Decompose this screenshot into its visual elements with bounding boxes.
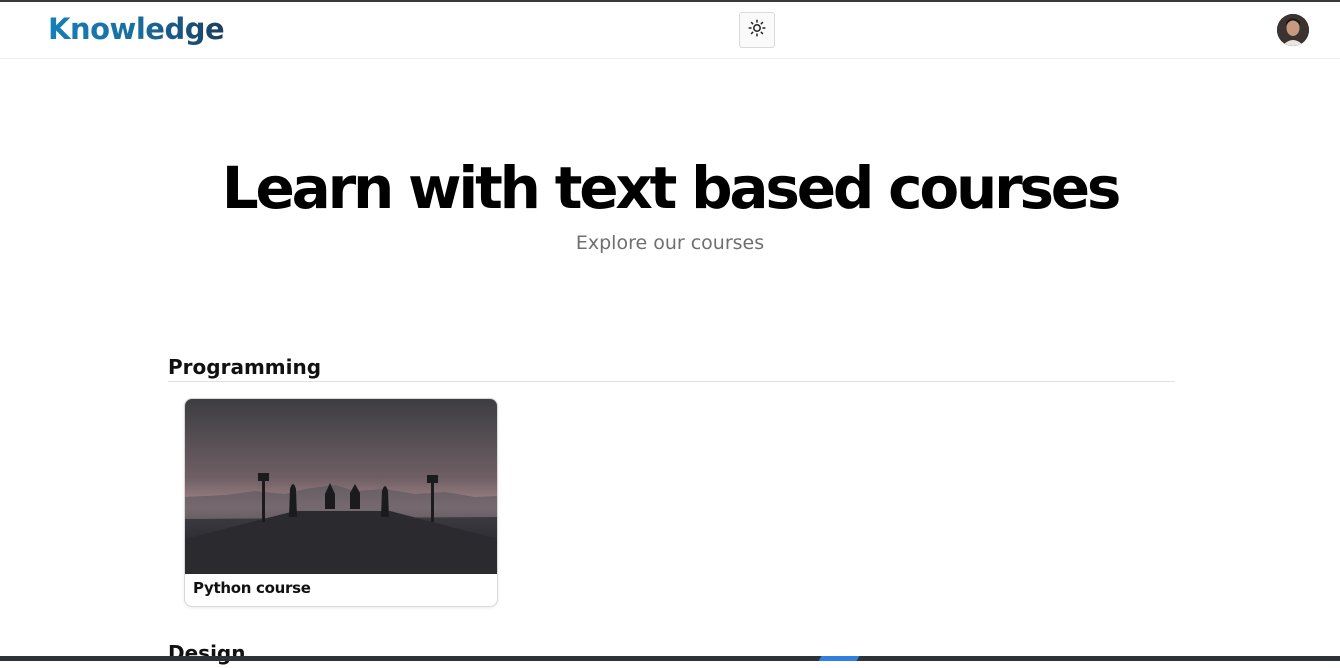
bottom-edge [0,656,1340,661]
site-logo[interactable]: Knowledge [48,12,225,46]
course-card[interactable]: Python course [184,398,498,607]
hero-subtitle: Explore our courses [575,232,765,254]
top-navbar: Knowledge [0,2,1340,59]
section-divider [168,381,1175,382]
course-title: Python course [193,579,311,597]
course-thumbnail [185,399,497,574]
section-title-design: Design [168,641,246,665]
bottom-accent [818,656,860,661]
hero-title: Learn with text based courses [221,154,1122,222]
sun-icon [748,19,766,41]
user-avatar[interactable] [1277,14,1309,46]
section-title-programming: Programming [168,355,322,379]
theme-toggle-button[interactable] [739,12,775,48]
